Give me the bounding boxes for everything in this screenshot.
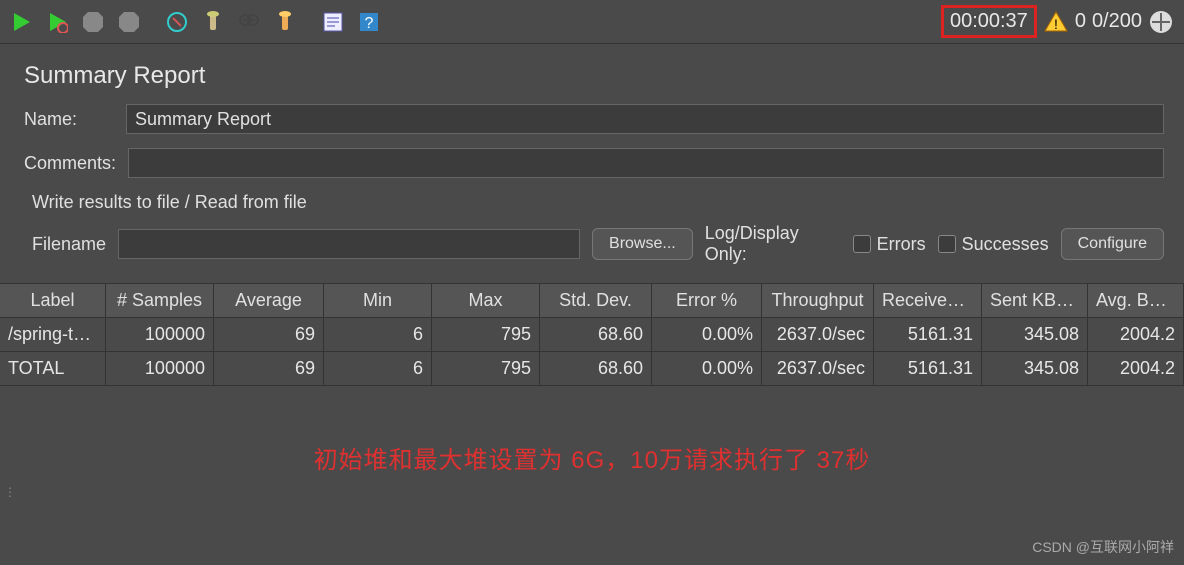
col-label[interactable]: Label (0, 284, 106, 318)
cell: 795 (432, 352, 540, 386)
filename-input[interactable] (118, 229, 580, 259)
configure-button[interactable]: Configure (1061, 228, 1164, 260)
cell: 795 (432, 318, 540, 352)
panel-title: Summary Report (24, 62, 1170, 90)
file-section: Write results to file / Read from file F… (24, 192, 1164, 275)
filename-label: Filename (32, 234, 106, 255)
cell: 345.08 (982, 352, 1088, 386)
comments-input[interactable] (128, 148, 1164, 178)
cell: 100000 (106, 352, 214, 386)
successes-checkbox[interactable] (938, 235, 956, 253)
errors-label: Errors (877, 234, 926, 255)
results-table: Label # Samples Average Min Max Std. Dev… (0, 283, 1184, 386)
name-label: Name: (24, 109, 114, 130)
svg-text:?: ? (365, 15, 374, 32)
watermark: CSDN @互联网小阿祥 (1032, 537, 1174, 557)
cell: /spring-te... (0, 318, 106, 352)
cell: 2637.0/sec (762, 318, 874, 352)
cell: 0.00% (652, 352, 762, 386)
col-error[interactable]: Error % (652, 284, 762, 318)
cell: 345.08 (982, 318, 1088, 352)
col-max[interactable]: Max (432, 284, 540, 318)
annotation-text: 初始堆和最大堆设置为 6G，10万请求执行了 37秒 (0, 440, 1184, 475)
logdisplay-label: Log/Display Only: (705, 223, 841, 265)
start-no-timers-button[interactable] (40, 5, 74, 39)
table-row[interactable]: /spring-te... 100000 69 6 795 68.60 0.00… (0, 318, 1184, 352)
summary-panel: Summary Report Name: Comments: Write res… (0, 44, 1184, 275)
help-button[interactable]: ? (352, 5, 386, 39)
warning-icon[interactable]: ! (1043, 9, 1069, 35)
name-input[interactable] (126, 104, 1164, 134)
cell: 5161.31 (874, 318, 982, 352)
browse-button[interactable]: Browse... (592, 228, 693, 260)
svg-text:!: ! (1054, 16, 1058, 32)
cell: 6 (324, 318, 432, 352)
function-helper-button[interactable] (316, 5, 350, 39)
start-button[interactable] (4, 5, 38, 39)
errors-checkbox[interactable] (853, 235, 871, 253)
panel-grip-icon[interactable]: ⋮ (4, 490, 16, 494)
comments-label: Comments: (24, 153, 116, 174)
thread-count: 0/200 (1092, 10, 1142, 33)
cell: 2004.2 (1088, 352, 1184, 386)
cell: 68.60 (540, 318, 652, 352)
warning-count: 0 (1075, 10, 1086, 33)
shutdown-button[interactable] (112, 5, 146, 39)
stop-button[interactable] (76, 5, 110, 39)
col-avgbytes[interactable]: Avg. Bytes (1088, 284, 1184, 318)
name-row: Name: (24, 104, 1164, 134)
cell: 5161.31 (874, 352, 982, 386)
cell: 69 (214, 352, 324, 386)
col-min[interactable]: Min (324, 284, 432, 318)
col-received[interactable]: Received ... (874, 284, 982, 318)
col-average[interactable]: Average (214, 284, 324, 318)
cell: 0.00% (652, 318, 762, 352)
expand-icon[interactable] (1148, 9, 1174, 35)
col-sent[interactable]: Sent KB/sec (982, 284, 1088, 318)
cell: 2004.2 (1088, 318, 1184, 352)
table-row[interactable]: TOTAL 100000 69 6 795 68.60 0.00% 2637.0… (0, 352, 1184, 386)
comments-row: Comments: (24, 148, 1164, 178)
toolbar-right: 00:00:37 ! 0 0/200 (941, 5, 1180, 38)
search-button[interactable] (232, 5, 266, 39)
clear-all-button[interactable] (196, 5, 230, 39)
toolbar-left: ? (4, 5, 386, 39)
clear-button[interactable] (160, 5, 194, 39)
reset-search-button[interactable] (268, 5, 302, 39)
col-throughput[interactable]: Throughput (762, 284, 874, 318)
cell: 2637.0/sec (762, 352, 874, 386)
cell: 68.60 (540, 352, 652, 386)
cell: 100000 (106, 318, 214, 352)
table-header-row: Label # Samples Average Min Max Std. Dev… (0, 284, 1184, 318)
file-section-label: Write results to file / Read from file (32, 192, 1164, 213)
cell: TOTAL (0, 352, 106, 386)
col-stddev[interactable]: Std. Dev. (540, 284, 652, 318)
toolbar: ? 00:00:37 ! 0 0/200 (0, 0, 1184, 44)
cell: 6 (324, 352, 432, 386)
cell: 69 (214, 318, 324, 352)
successes-label: Successes (962, 234, 1049, 255)
elapsed-timer: 00:00:37 (941, 5, 1037, 38)
col-samples[interactable]: # Samples (106, 284, 214, 318)
